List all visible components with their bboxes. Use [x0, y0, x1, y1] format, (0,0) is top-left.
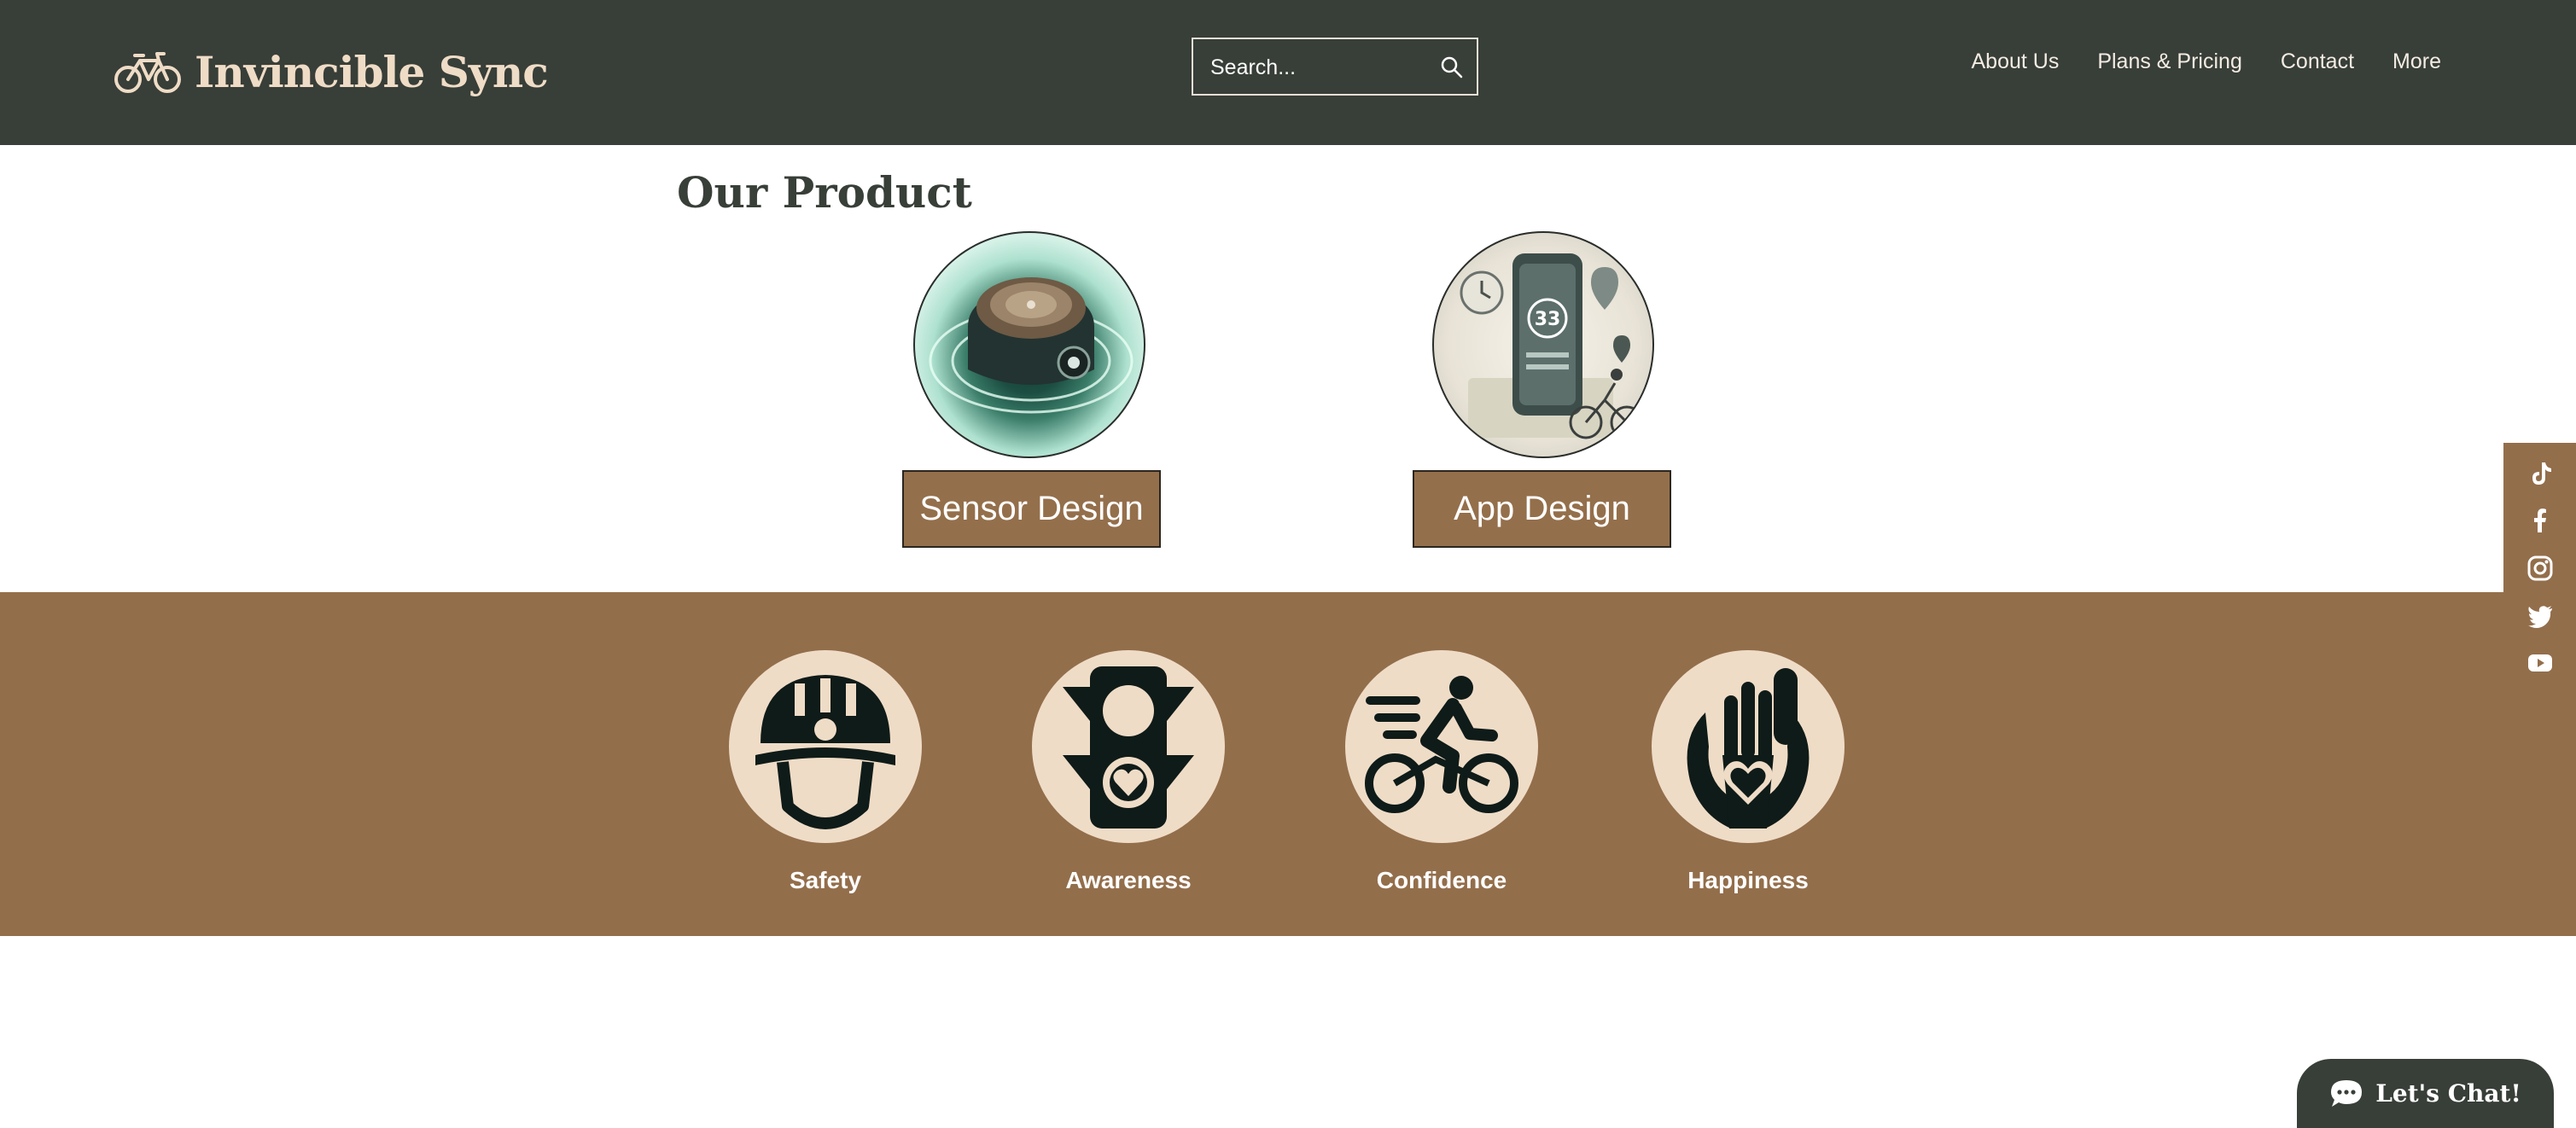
- nav-more[interactable]: More: [2392, 49, 2441, 74]
- traffic-light-heart-icon: [1063, 666, 1194, 829]
- brand-logo[interactable]: Invincible Sync: [114, 41, 549, 102]
- sensor-design-button[interactable]: Sensor Design: [902, 470, 1161, 548]
- tiktok-icon[interactable]: [2526, 459, 2555, 488]
- cyclist-icon: [1365, 676, 1518, 813]
- value-awareness: Awareness: [1032, 650, 1225, 894]
- cycling-app-image: 33: [1432, 231, 1654, 458]
- site-header: Invincible Sync About Us Plans & Pricing…: [0, 0, 2576, 145]
- values-section: Safety Awareness Confidence Happiness: [0, 592, 2576, 936]
- value-label: Safety: [789, 867, 862, 893]
- search-icon[interactable]: [1439, 55, 1465, 80]
- helmet-icon: [755, 675, 895, 829]
- nav-contact[interactable]: Contact: [2281, 49, 2354, 74]
- section-title: Our Product: [677, 167, 972, 218]
- nav-about-us[interactable]: About Us: [1971, 49, 2059, 74]
- value-happiness: Happiness: [1652, 650, 1845, 894]
- chat-button[interactable]: Let's Chat!: [2297, 1059, 2554, 1128]
- value-safety: Safety: [729, 650, 922, 894]
- main-nav: About Us Plans & Pricing Contact More: [1971, 49, 2441, 74]
- sensor-device-image: [913, 231, 1145, 458]
- hands-heart-icon: [1687, 668, 1810, 829]
- bicycle-icon: [114, 52, 181, 93]
- value-label: Happiness: [1687, 867, 1809, 893]
- brand-name: Invincible Sync: [195, 46, 549, 97]
- svg-text:33: 33: [1535, 309, 1561, 330]
- instagram-icon[interactable]: [2526, 554, 2555, 583]
- youtube-icon[interactable]: [2526, 648, 2555, 677]
- facebook-icon[interactable]: [2526, 506, 2555, 535]
- value-confidence: Confidence: [1345, 650, 1538, 894]
- value-label: Awareness: [1065, 867, 1192, 893]
- search-box: [1192, 38, 1478, 96]
- value-label: Confidence: [1376, 867, 1507, 893]
- chat-bubble-icon: [2331, 1079, 2363, 1107]
- app-design-button[interactable]: App Design: [1413, 470, 1671, 548]
- chat-label: Let's Chat!: [2375, 1079, 2521, 1108]
- social-bar: [2503, 443, 2576, 694]
- nav-plans-pricing[interactable]: Plans & Pricing: [2097, 49, 2242, 74]
- twitter-icon[interactable]: [2526, 602, 2555, 631]
- search-input[interactable]: [1209, 39, 1425, 96]
